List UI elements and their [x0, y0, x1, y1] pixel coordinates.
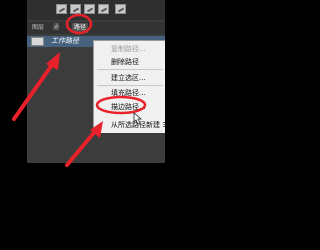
menu-item-highlight-circle: [95, 95, 147, 115]
hand-cursor-icon: [133, 112, 143, 125]
annotation-overlay: [12, 13, 147, 167]
tab-highlight-circle: [65, 13, 93, 35]
arrow-up-icon: [12, 52, 60, 121]
arrow-down-icon: [65, 121, 103, 167]
